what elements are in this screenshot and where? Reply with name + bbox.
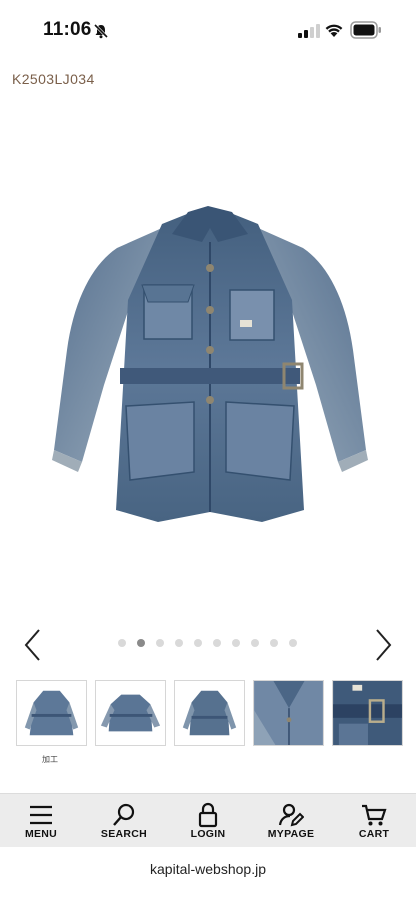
- bottom-navigation: MENU SEARCH LOGIN MYPAGE CART: [0, 793, 416, 847]
- status-bar: 11:06: [0, 0, 416, 58]
- carousel-dot[interactable]: [137, 639, 145, 647]
- hamburger-menu-icon: [30, 805, 52, 825]
- carousel-dot[interactable]: [232, 639, 240, 647]
- chevron-right-icon[interactable]: [372, 628, 394, 662]
- nav-mypage-button[interactable]: MYPAGE: [256, 794, 326, 848]
- carousel-pagination: [118, 639, 297, 649]
- thumbnail-5[interactable]: [332, 680, 403, 746]
- browser-address-bar[interactable]: kapital-webshop.jp: [0, 847, 416, 901]
- bell-slash-icon: [93, 23, 109, 39]
- cellular-signal-icon: [298, 24, 320, 38]
- search-icon: [113, 803, 135, 826]
- nav-login-button[interactable]: LOGIN: [173, 794, 243, 848]
- wifi-icon: [325, 24, 343, 37]
- product-image[interactable]: [12, 150, 404, 560]
- carousel-dot[interactable]: [118, 639, 126, 647]
- nav-search-button[interactable]: SEARCH: [89, 794, 159, 848]
- nav-mypage-label: MYPAGE: [267, 828, 315, 840]
- nav-menu-label: MENU: [24, 828, 58, 840]
- user-pencil-icon: [278, 803, 304, 827]
- nav-cart-button[interactable]: CART: [339, 794, 409, 848]
- product-code: K2503LJ034: [12, 71, 95, 87]
- nav-search-label: SEARCH: [100, 828, 148, 840]
- thumbnail-caption: 加工: [42, 755, 58, 764]
- carousel-dot[interactable]: [175, 639, 183, 647]
- thumbnail-strip: [16, 680, 408, 746]
- thumbnail-3[interactable]: [174, 680, 245, 746]
- carousel-dot[interactable]: [213, 639, 221, 647]
- thumbnail-2[interactable]: [95, 680, 166, 746]
- thumbnail-4[interactable]: [253, 680, 324, 746]
- thumbnail-1[interactable]: [16, 680, 87, 746]
- url-text: kapital-webshop.jp: [150, 861, 266, 877]
- carousel-dot[interactable]: [251, 639, 259, 647]
- carousel-dot[interactable]: [289, 639, 297, 647]
- carousel-dot[interactable]: [156, 639, 164, 647]
- nav-cart-label: CART: [358, 828, 390, 840]
- battery-icon: [350, 21, 381, 39]
- nav-menu-button[interactable]: MENU: [6, 794, 76, 848]
- carousel-dot[interactable]: [194, 639, 202, 647]
- chevron-left-icon[interactable]: [22, 628, 44, 662]
- cart-icon: [362, 804, 387, 826]
- lock-icon: [198, 802, 218, 828]
- nav-login-label: LOGIN: [190, 828, 226, 840]
- status-time: 11:06: [43, 19, 92, 40]
- carousel-dot[interactable]: [270, 639, 278, 647]
